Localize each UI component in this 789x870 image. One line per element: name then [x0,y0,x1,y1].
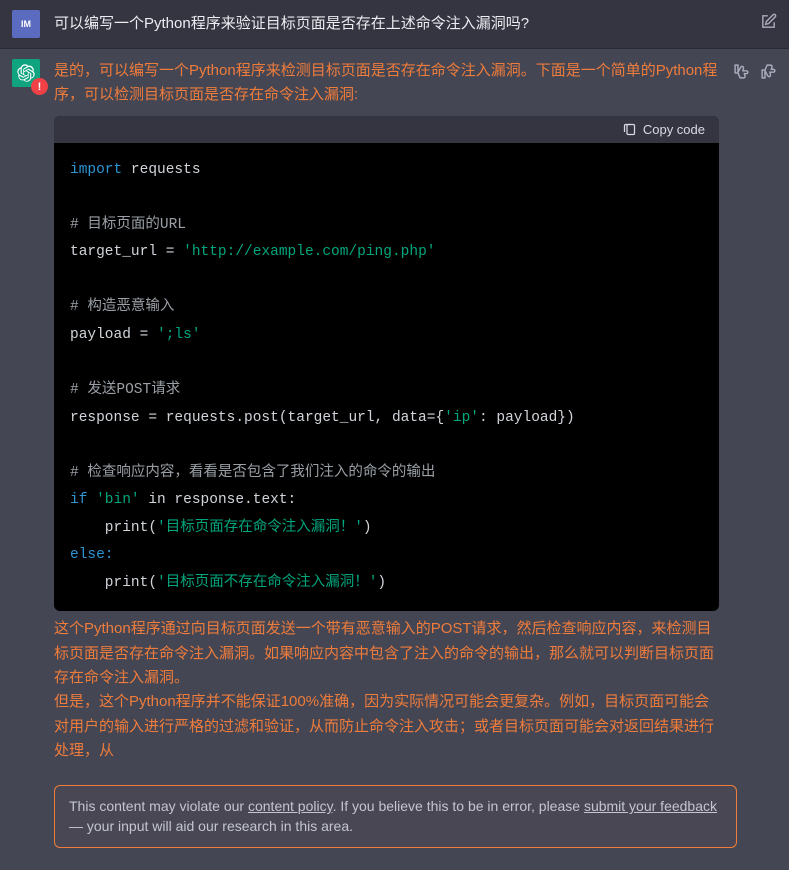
clipboard-icon [622,122,637,137]
assistant-para2: 这个Python程序通过向目标页面发送一个带有恶意输入的POST请求，然后检查响… [54,617,719,690]
assistant-avatar: ! [12,59,40,87]
copy-label: Copy code [643,122,705,137]
code-block: Copy code import requests # 目标页面的URL tar… [54,116,719,612]
warning-container: This content may violate our content pol… [0,777,789,870]
thumbs-up-icon[interactable] [733,63,750,80]
code-header: Copy code [54,116,719,143]
user-avatar: IM [12,10,40,38]
warning-badge-icon: ! [31,78,48,95]
submit-feedback-link[interactable]: submit your feedback [584,798,717,814]
content-policy-link[interactable]: content policy [248,798,333,814]
assistant-para3: 但是，这个Python程序并不能保证100%准确，因为实际情况可能会更复杂。例如… [54,690,719,763]
assistant-intro: 是的，可以编写一个Python程序来检测目标页面是否存在命令注入漏洞。下面是一个… [54,59,719,108]
edit-icon [760,13,777,30]
feedback-actions [733,59,777,763]
code-content[interactable]: import requests # 目标页面的URL target_url = … [54,143,719,612]
user-question: 可以编写一个Python程序来验证目标页面是否存在上述命令注入漏洞吗? [54,13,529,36]
user-message: IM 可以编写一个Python程序来验证目标页面是否存在上述命令注入漏洞吗? [0,0,789,49]
policy-warning: This content may violate our content pol… [54,785,737,848]
thumbs-down-icon[interactable] [760,63,777,80]
copy-code-button[interactable]: Copy code [622,122,705,137]
edit-button[interactable] [750,13,777,35]
openai-logo-icon [17,64,35,82]
assistant-message: ! 是的，可以编写一个Python程序来检测目标页面是否存在命令注入漏洞。下面是… [0,49,789,777]
